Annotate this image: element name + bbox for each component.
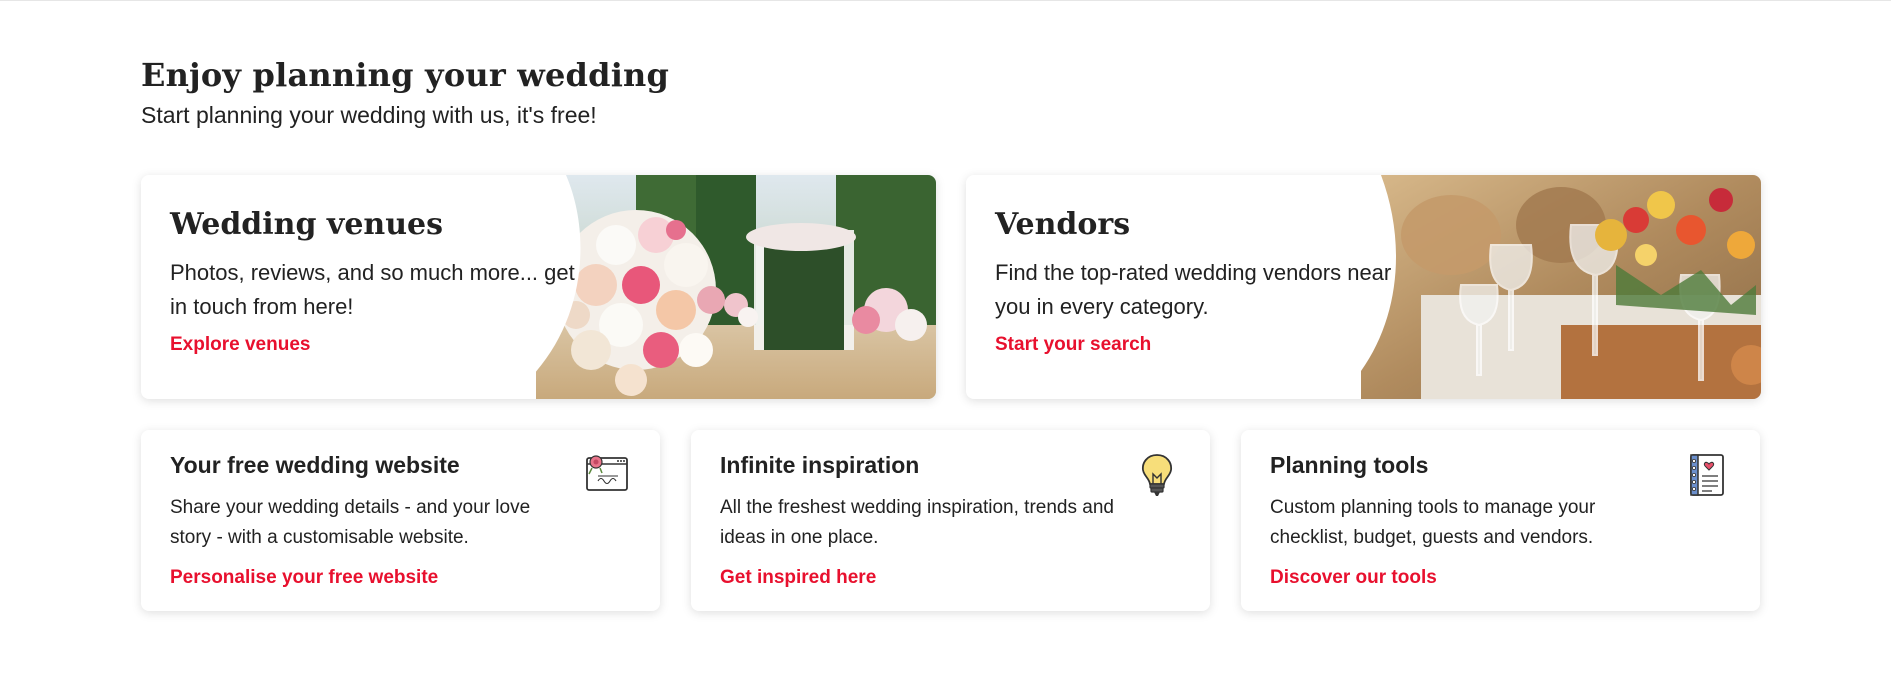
card-description: Find the top-rated wedding vendors near … — [995, 260, 1392, 319]
section-subtitle: Start planning your wedding with us, it'… — [141, 102, 597, 128]
venues-text: Wedding venues Photos, reviews, and so m… — [170, 207, 590, 356]
section-title: Enjoy planning your wedding — [141, 56, 670, 94]
card-description: Photos, reviews, and so much more... get… — [170, 260, 575, 319]
inspiration-card[interactable]: Infinite inspiration All the freshest we… — [691, 430, 1210, 611]
explore-venues-link[interactable]: Explore venues — [170, 334, 310, 356]
lightbulb-icon — [1142, 454, 1172, 496]
wedding-venues-card[interactable]: Wedding venues Photos, reviews, and so m… — [141, 175, 936, 399]
planning-tools-card[interactable]: Planning tools Custom planning tools to … — [1241, 430, 1760, 611]
planner-notebook-icon — [1690, 454, 1724, 496]
tools-text: Planning tools Custom planning tools to … — [1270, 452, 1670, 589]
vendors-photo — [1361, 175, 1761, 399]
wedding-website-card[interactable]: Your free wedding website Share your wed… — [141, 430, 660, 611]
discover-tools-link[interactable]: Discover our tools — [1270, 567, 1437, 589]
personalise-website-link[interactable]: Personalise your free website — [170, 567, 438, 589]
card-title: Planning tools — [1270, 452, 1429, 478]
card-title: Wedding venues — [170, 207, 444, 242]
venues-photo — [536, 175, 936, 399]
card-description: Custom planning tools to manage your che… — [1270, 497, 1596, 548]
card-title: Vendors — [995, 207, 1131, 242]
inspiration-text: Infinite inspiration All the freshest we… — [720, 452, 1120, 589]
card-title: Your free wedding website — [170, 452, 460, 478]
card-description: Share your wedding details - and your lo… — [170, 497, 531, 548]
wedding-website-icon — [586, 455, 628, 491]
vendors-card[interactable]: Vendors Find the top-rated wedding vendo… — [966, 175, 1761, 399]
top-divider — [0, 0, 1891, 1]
card-title: Infinite inspiration — [720, 452, 920, 478]
vendors-text: Vendors Find the top-rated wedding vendo… — [995, 207, 1415, 356]
planning-section-header: Enjoy planning your wedding Start planni… — [141, 56, 1761, 129]
start-search-link[interactable]: Start your search — [995, 334, 1151, 356]
website-text: Your free wedding website Share your wed… — [170, 452, 570, 589]
get-inspired-link[interactable]: Get inspired here — [720, 567, 876, 589]
card-description: All the freshest wedding inspiration, tr… — [720, 497, 1114, 548]
